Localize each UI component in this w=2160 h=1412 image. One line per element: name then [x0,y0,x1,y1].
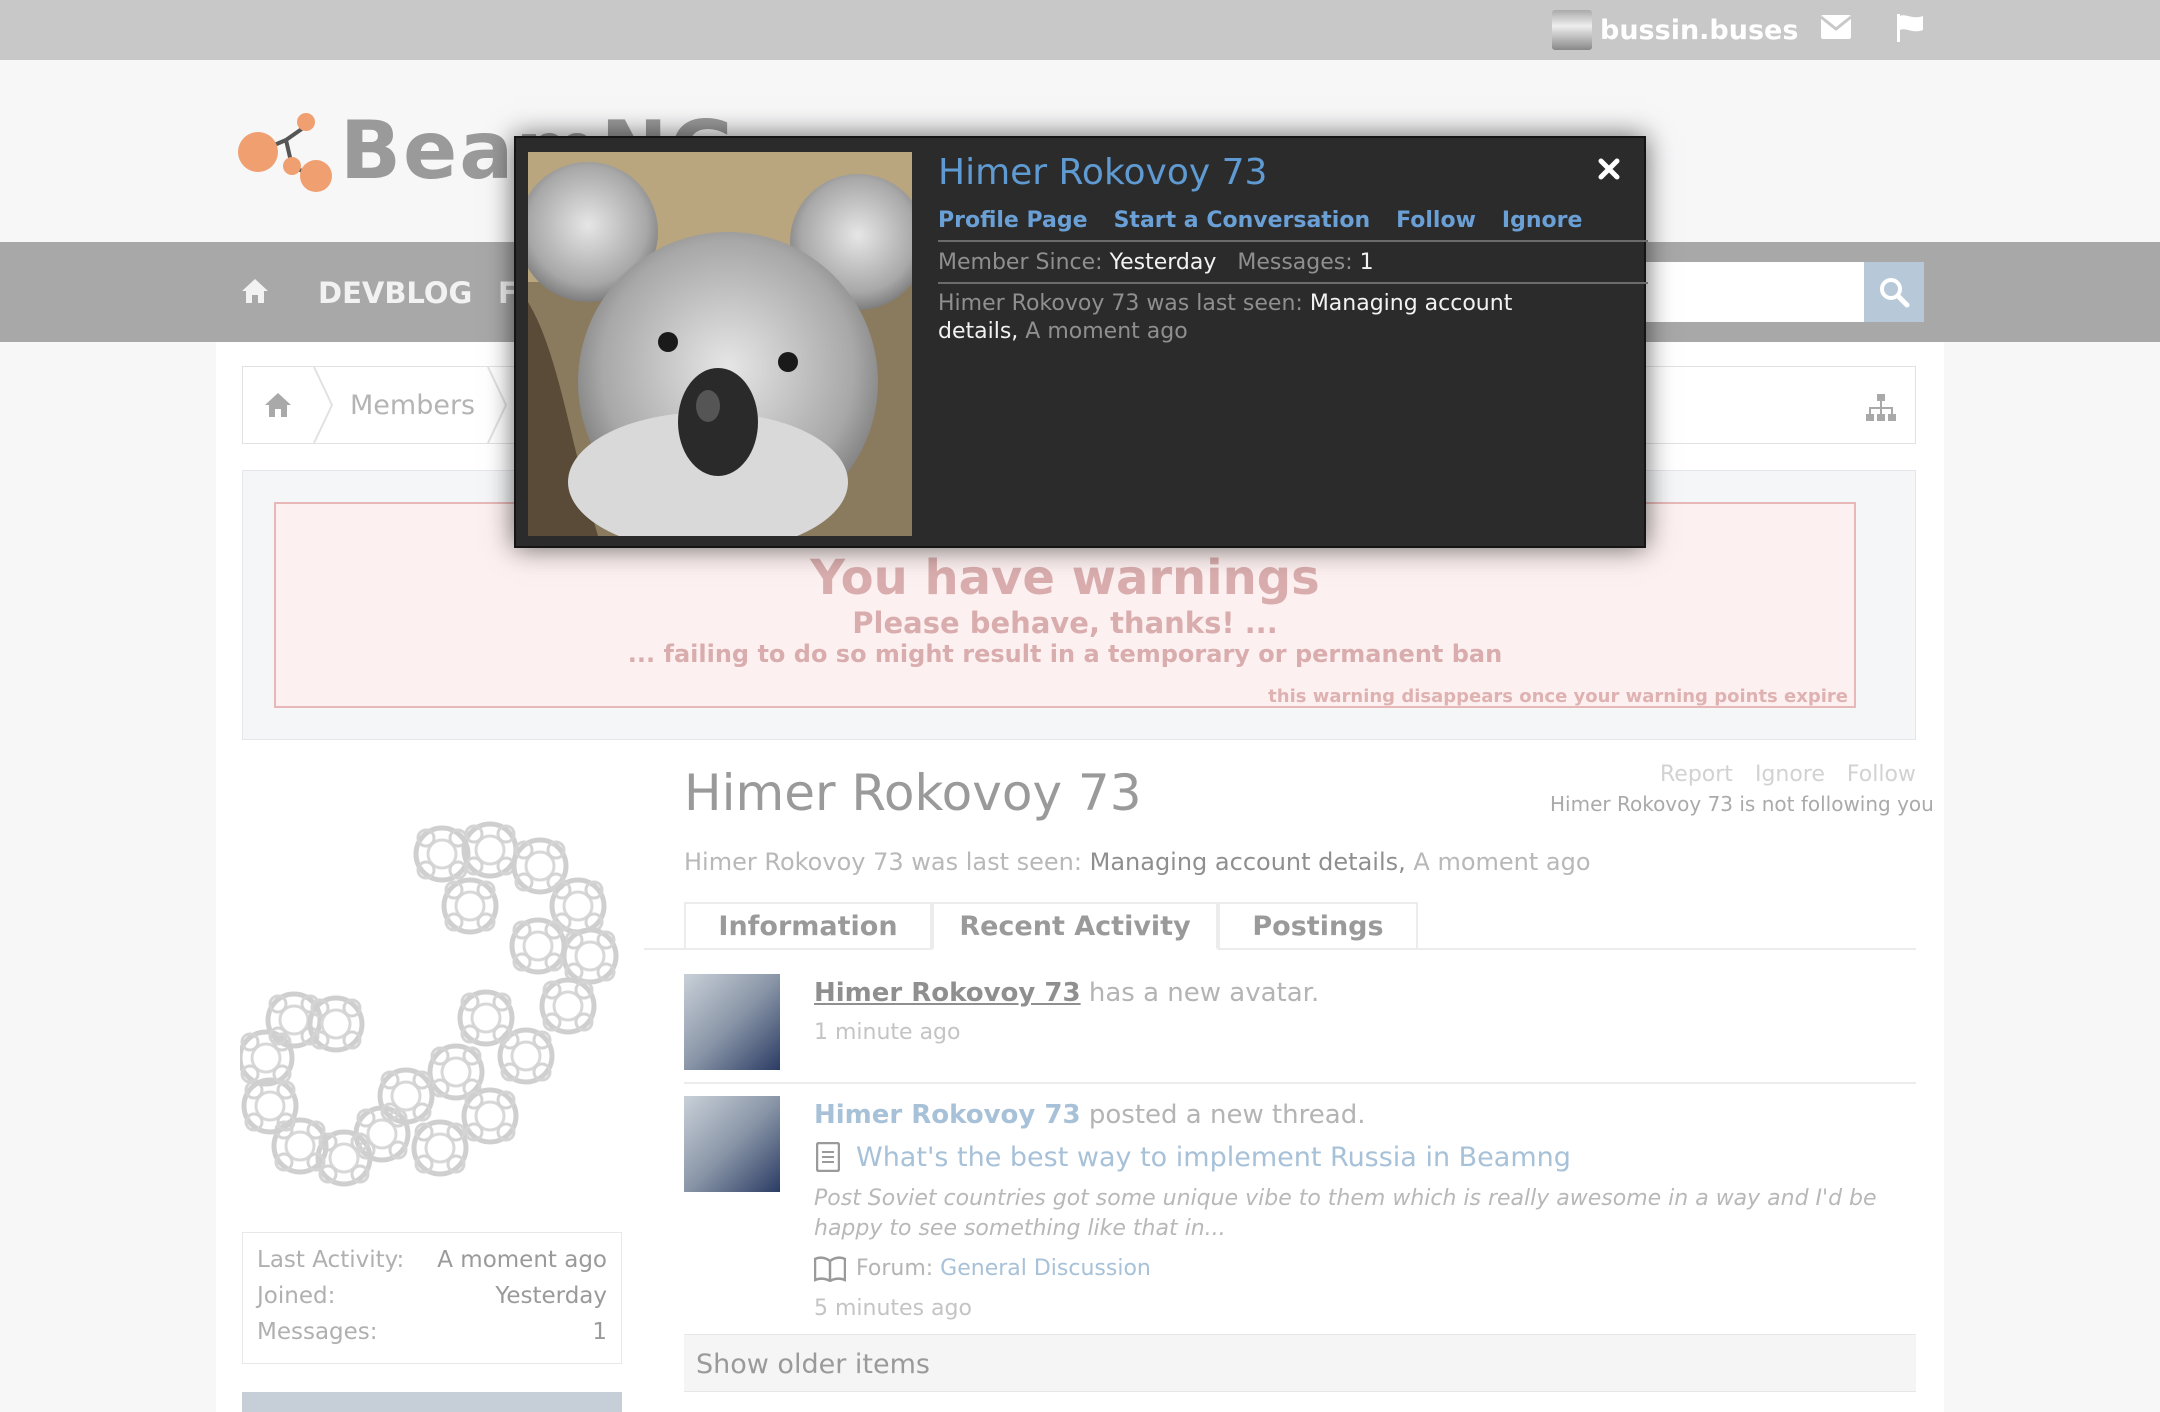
activity-item-2: Himer Rokovoy 73 posted a new thread. [814,1100,1365,1130]
member-card-name[interactable]: Himer Rokovoy 73 [938,152,1267,193]
activity-user-link[interactable]: Himer Rokovoy 73 [814,978,1081,1008]
show-older-items-label: Show older items [696,1349,930,1380]
member-card-popup: Himer Rokovoy 73 Profile Page Start a Co… [514,136,1648,548]
report-link[interactable]: Report [1660,762,1733,787]
home-icon[interactable] [240,276,270,306]
activity-time: 5 minutes ago [814,1296,972,1321]
close-icon[interactable] [1596,156,1622,182]
search-button[interactable] [1864,262,1924,322]
show-older-items-button[interactable]: Show older items [684,1334,1916,1392]
forum-info: Forum: General Discussion [856,1256,1151,1281]
ignore-link[interactable]: Ignore [1755,762,1825,787]
start-conversation-link[interactable]: Start a Conversation [1114,208,1371,233]
thread-snippet: Post Soviet countries got some unique vi… [814,1186,1877,1241]
post-button-partial[interactable] [242,1392,622,1412]
divider [938,282,1648,284]
profile-stats: Last Activity: A moment ago Joined: Yest… [242,1232,622,1364]
activity-user-link[interactable]: Himer Rokovoy 73 [814,1100,1081,1130]
user-menu[interactable]: bussin.buses [1552,8,1798,52]
last-seen-prefix: Himer Rokovoy 73 was last seen: [684,848,1082,876]
tab-information[interactable]: Information [684,902,932,948]
sitemap-icon[interactable] [1866,394,1896,422]
last-seen-time: A moment ago [1025,319,1188,344]
divider [684,1082,1916,1084]
warning-footer: this warning disappears once your warnin… [1268,686,1848,707]
stat-joined: Joined: Yesterday [257,1283,607,1309]
member-since-value: Yesterday [1109,250,1217,275]
forum-label: Forum: [856,1256,934,1281]
stat-label: Messages: [257,1319,378,1345]
tab-postings[interactable]: Postings [1218,902,1418,948]
messages-value: 1 [1359,250,1374,275]
follow-link[interactable]: Follow [1396,208,1476,233]
search-icon [1880,278,1910,308]
stat-label: Last Activity: [257,1247,405,1273]
ignore-link[interactable]: Ignore [1502,208,1582,233]
stat-value: A moment ago [437,1247,607,1273]
thread-link[interactable]: What's the best way to implement Russia … [856,1142,1571,1173]
flag-icon[interactable] [1894,12,1926,44]
beamng-logo-icon[interactable] [236,108,336,194]
member-card-stats: Member Since: Yesterday Messages: 1 [938,250,1374,275]
member-card-last-seen: Himer Rokovoy 73 was last seen: Managing… [938,290,1578,346]
profile-avatar [240,810,630,1200]
last-seen-time: A moment ago [1413,848,1591,876]
last-seen-prefix: Himer Rokovoy 73 was last seen: [938,291,1303,316]
forum-link[interactable]: General Discussion [940,1256,1151,1281]
follow-status: Himer Rokovoy 73 is not following you [1550,792,1934,816]
username: bussin.buses [1600,14,1799,46]
profile-page-link[interactable]: Profile Page [938,208,1088,233]
divider [938,240,1648,242]
stat-messages: Messages: 1 [257,1319,607,1345]
stat-label: Joined: [257,1283,336,1309]
follow-link[interactable]: Follow [1847,762,1916,787]
activity-item-1: Himer Rokovoy 73 has a new avatar. [814,978,1319,1008]
breadcrumb-separator-icon [487,367,508,443]
last-seen: Himer Rokovoy 73 was last seen: Managing… [684,848,1591,876]
stat-value[interactable]: 1 [592,1319,607,1345]
messages-label: Messages: [1237,250,1353,275]
activity-avatar[interactable] [684,1096,780,1192]
book-icon [814,1256,846,1282]
activity-action: posted a new thread. [1088,1100,1366,1130]
activity-time: 1 minute ago [814,1020,961,1045]
document-icon [816,1142,840,1172]
warning-title: You have warnings [810,550,1320,606]
tab-underline [644,948,1916,950]
nav-devblog[interactable]: DEVBLOG [318,276,472,310]
last-seen-activity: Managing account details, [1089,848,1406,876]
breadcrumb-home-icon[interactable] [262,390,294,420]
tab-recent-activity[interactable]: Recent Activity [932,902,1218,950]
envelope-icon[interactable] [1820,14,1852,40]
user-avatar [1552,10,1592,50]
activity-action: has a new avatar. [1088,978,1320,1008]
member-since-label: Member Since: [938,250,1103,275]
warning-line-1: Please behave, thanks! ... [852,606,1278,640]
profile-name: Himer Rokovoy 73 [684,764,1142,822]
activity-avatar[interactable] [684,974,780,1070]
profile-actions: Report Ignore Follow [1660,762,1916,787]
stat-last-activity: Last Activity: A moment ago [257,1247,607,1273]
search-input[interactable] [1640,262,1864,322]
member-card-avatar[interactable] [528,152,912,536]
warning-line-2: ... failing to do so might result in a t… [627,640,1503,668]
member-card-actions: Profile Page Start a Conversation Follow… [938,208,1582,233]
stat-value: Yesterday [495,1283,607,1309]
breadcrumb-members[interactable]: Members [350,390,475,421]
breadcrumb-separator-icon [313,367,334,443]
